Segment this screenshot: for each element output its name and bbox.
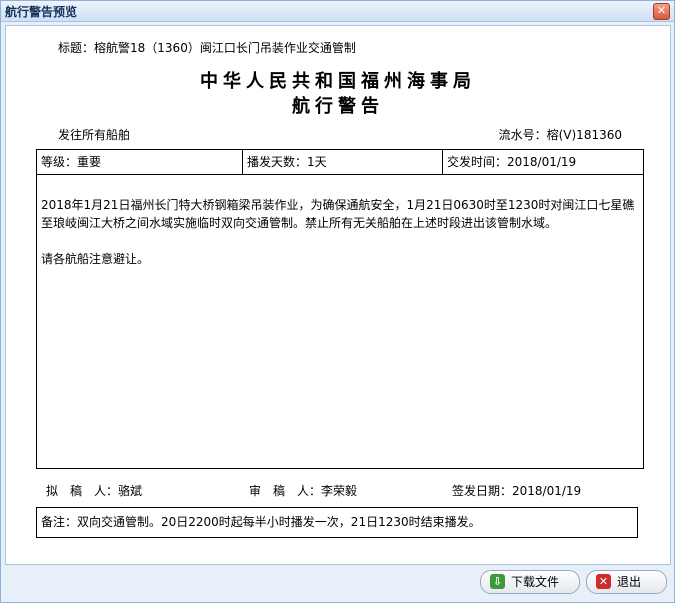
warning-document: 标题：榕航警18（1360）闽江口长门吊装作业交通管制 中华人民共和国福州海事局… <box>5 25 671 565</box>
preview-window: 航行警告预览 ✕ 标题：榕航警18（1360）闽江口长门吊装作业交通管制 中华人… <box>0 0 675 603</box>
body-paragraph: 2018年1月21日福州长门特大桥钢箱梁吊装作业，为确保通航安全，1月21日06… <box>41 198 635 230</box>
exit-button[interactable]: ✕ 退出 <box>586 570 667 594</box>
footer-bar: ⇩ 下载文件 ✕ 退出 <box>1 565 674 602</box>
download-file-button[interactable]: ⇩ 下载文件 <box>480 570 580 594</box>
body-notice: 请各航船注意避让。 <box>41 252 150 266</box>
broadcast-days-cell: 播发天数：1天 <box>242 150 443 174</box>
subject-line: 标题：榕航警18（1360）闽江口长门吊装作业交通管制 <box>58 39 356 56</box>
issue-time-cell: 交发时间：2018/01/19 <box>442 150 643 174</box>
window-title: 航行警告预览 <box>5 5 78 19</box>
warning-content-box: 等级：重要 播发天数：1天 交发时间：2018/01/19 2018年1月21日… <box>36 149 644 469</box>
sign-date-field: 签发日期：2018/01/19 <box>452 484 582 498</box>
title-bar: 航行警告预览 ✕ <box>1 1 674 22</box>
subject-label: 标题： <box>58 41 95 55</box>
document-type-title: 航行警告 <box>292 96 384 117</box>
serial-number: 流水号：榕(V)181360 <box>499 126 622 143</box>
serial-label: 流水号： <box>498 128 547 142</box>
level-cell: 等级：重要 <box>41 155 102 169</box>
issuing-organization: 中华人民共和国福州海事局 <box>200 71 476 92</box>
drafter-field: 拟 稿 人：骆斌 <box>46 484 143 498</box>
close-icon: ✕ <box>656 4 667 17</box>
exit-icon: ✕ <box>596 574 611 589</box>
warning-body: 2018年1月21日福州长门特大桥钢箱梁吊装作业，为确保通航安全，1月21日06… <box>41 196 641 286</box>
download-label: 下载文件 <box>511 575 560 589</box>
serial-value: 榕(V)181360 <box>546 128 622 142</box>
info-row: 等级：重要 播发天数：1天 交发时间：2018/01/19 <box>37 150 643 175</box>
reviewer-field: 审 稿 人：李荣毅 <box>249 484 358 498</box>
subject-text: 榕航警18（1360）闽江口长门吊装作业交通管制 <box>94 41 356 55</box>
recipient-line: 发往所有船舶 <box>58 128 131 142</box>
close-button[interactable]: ✕ <box>653 3 670 20</box>
exit-label: 退出 <box>617 575 642 589</box>
remark-box: 备注：双向交通管制。20日2200时起每半小时播发一次，21日1230时结束播发… <box>36 507 638 538</box>
download-icon: ⇩ <box>490 574 505 589</box>
